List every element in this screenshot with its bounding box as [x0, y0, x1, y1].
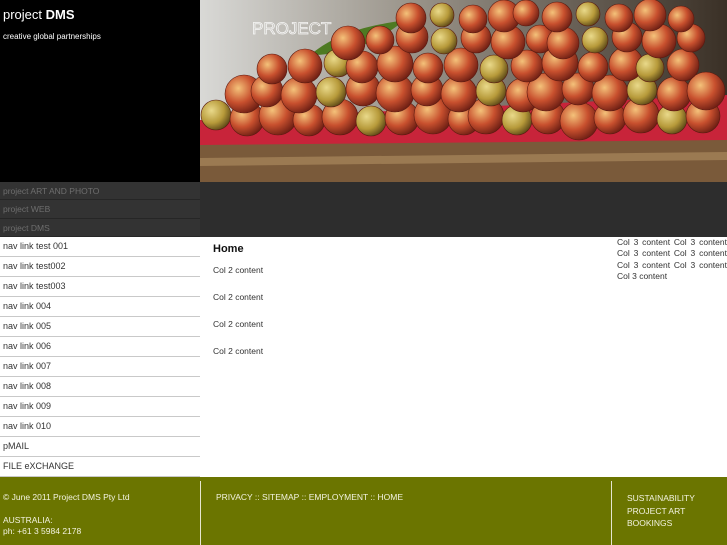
sidebar-nav: nav link test 001 nav link test002 nav l… — [0, 237, 200, 477]
nav-link-010[interactable]: nav link 010 — [0, 417, 200, 437]
lychee-fruit — [287, 48, 323, 84]
nav-link-008[interactable]: nav link 008 — [0, 377, 200, 397]
content-paragraph: Col 2 content — [213, 265, 264, 275]
lychee-fruit — [656, 76, 692, 112]
nav-link-009[interactable]: nav link 009 — [0, 397, 200, 417]
content-paragraph: Col 2 content — [213, 319, 264, 329]
footer-country: AUSTRALIA: — [3, 514, 53, 525]
nav-link-004[interactable]: nav link 004 — [0, 297, 200, 317]
footer-link-sitemap[interactable]: SITEMAP — [262, 492, 299, 502]
footer-right-links: SUSTAINABILITY PROJECT ART BOOKINGS — [627, 492, 695, 530]
nav-link-006[interactable]: nav link 006 — [0, 337, 200, 357]
footer-phone: ph: +61 3 5984 2178 — [3, 526, 82, 536]
lychee-fruit — [365, 25, 395, 55]
lychee-fruit — [604, 3, 634, 33]
footer-separator: :: — [370, 492, 376, 502]
lychee-fruit — [412, 52, 444, 84]
footer-divider — [611, 481, 612, 545]
lychee-fruit — [633, 0, 667, 32]
site-tagline: creative global partnerships — [3, 32, 101, 41]
brand-prefix: project — [3, 7, 43, 22]
footer-contact: © June 2011 Project DMS Pty Ltd AUSTRALI… — [3, 492, 198, 538]
brand-block: project DMS creative global partnerships — [0, 0, 200, 182]
footer-separator: :: — [254, 492, 260, 502]
footer: © June 2011 Project DMS Pty Ltd AUSTRALI… — [0, 477, 727, 545]
lychee-fruit — [430, 27, 458, 55]
lychee-fruit — [315, 76, 347, 108]
footer-link-project-art[interactable]: PROJECT ART — [627, 506, 685, 516]
hero-image: PROJECT — [200, 0, 727, 182]
nav-link-003[interactable]: nav link test003 — [0, 277, 200, 297]
lychee-fruit — [575, 1, 601, 27]
lychee-fruit — [395, 2, 427, 34]
nav-link-pmail[interactable]: pMAIL — [0, 437, 200, 457]
project-link-dms[interactable]: project DMS — [0, 218, 200, 237]
content-paragraph: Col 2 content — [213, 346, 264, 356]
content-paragraph: Col 2 content — [213, 292, 264, 302]
hero-banner: PROJECT — [200, 0, 727, 182]
footer-link-privacy[interactable]: PRIVACY — [216, 492, 253, 502]
page-title: Home — [213, 243, 244, 255]
project-link-art-and-photo[interactable]: project ART AND PHOTO — [0, 182, 200, 201]
footer-link-bookings[interactable]: BOOKINGS — [627, 518, 672, 528]
footer-copyright: © June 2011 Project DMS Pty Ltd — [3, 492, 130, 502]
lychee-fruit — [429, 2, 455, 28]
right-column-content: Col 3 content Col 3 content Col 3 conten… — [617, 237, 727, 281]
hero-watermark: PROJECT — [252, 19, 331, 38]
project-bar: project ART AND PHOTO project WEB projec… — [0, 182, 727, 237]
project-link-web[interactable]: project WEB — [0, 200, 200, 219]
footer-links: PRIVACY :: SITEMAP :: EMPLOYMENT :: HOME — [216, 492, 403, 502]
site-logo[interactable]: project DMS — [3, 7, 75, 22]
lychee-fruit — [355, 105, 387, 137]
footer-link-employment[interactable]: EMPLOYMENT — [309, 492, 368, 502]
nav-link-file-exchange[interactable]: FILE eXCHANGE — [0, 457, 200, 477]
footer-link-home[interactable]: HOME — [378, 492, 404, 502]
lychee-fruit — [546, 26, 580, 60]
lychee-fruit — [479, 54, 509, 84]
lychee-fruit — [667, 5, 695, 33]
lychee-fruit — [256, 53, 288, 85]
nav-link-007[interactable]: nav link 007 — [0, 357, 200, 377]
brand-name: DMS — [45, 7, 75, 22]
lychee-fruit — [541, 1, 573, 33]
footer-link-sustainability[interactable]: SUSTAINABILITY — [627, 493, 695, 503]
lychee-fruit — [280, 76, 318, 114]
nav-link-002[interactable]: nav link test002 — [0, 257, 200, 277]
lychee-fruit — [200, 99, 232, 131]
project-links: project ART AND PHOTO project WEB projec… — [0, 182, 200, 237]
lychee-fruit — [559, 101, 599, 141]
main-content: Home Col 2 content Col 2 content Col 2 c… — [200, 237, 617, 477]
lychee-fruit — [458, 4, 488, 34]
lychee-fruit — [581, 26, 609, 54]
lychee-fruit — [512, 0, 540, 27]
nav-link-005[interactable]: nav link 005 — [0, 317, 200, 337]
footer-separator: :: — [301, 492, 307, 502]
lychee-fruit — [330, 25, 366, 61]
nav-link-001[interactable]: nav link test 001 — [0, 237, 200, 257]
footer-divider — [200, 481, 201, 545]
lychee-fruit — [666, 48, 700, 82]
lychee-fruit — [577, 51, 609, 83]
